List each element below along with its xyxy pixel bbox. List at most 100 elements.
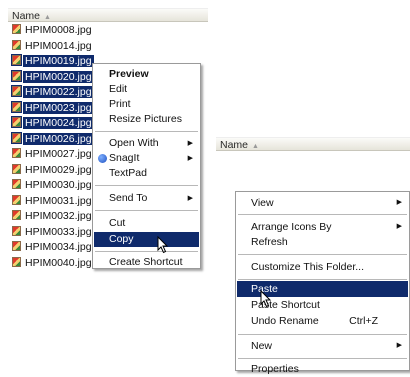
menu-separator — [95, 210, 198, 211]
submenu-arrow-icon: ▶ — [187, 155, 193, 162]
menu-item-label: Preview — [109, 68, 149, 80]
snagit-icon — [98, 154, 107, 163]
file-name: HPIM0029.jpg — [25, 163, 92, 176]
menu-item-label: New — [251, 340, 273, 352]
menu-item-undo-rename[interactable]: Undo Rename Ctrl+Z — [237, 313, 408, 329]
menu-item-label: SnagIt — [109, 152, 140, 164]
file-row[interactable]: HPIM0027.jpg — [12, 147, 94, 162]
sort-arrow-icon: ▲ — [252, 143, 259, 150]
menu-separator — [95, 251, 198, 252]
menu-item-open-with[interactable]: Open With ▶ — [94, 136, 199, 151]
submenu-arrow-icon: ▶ — [396, 223, 402, 230]
jpeg-file-icon — [11, 100, 22, 113]
menu-item-edit[interactable]: Edit — [94, 82, 199, 97]
jpeg-file-icon — [11, 69, 22, 82]
file-name: HPIM0024.jpg — [23, 117, 94, 129]
file-name: HPIM0022.jpg — [23, 86, 94, 98]
file-name: HPIM0033.jpg — [25, 225, 92, 238]
sort-arrow-icon: ▲ — [44, 14, 51, 21]
menu-item-create-shortcut[interactable]: Create Shortcut — [94, 255, 199, 270]
file-row[interactable]: HPIM0020.jpg — [11, 69, 94, 85]
jpeg-file-icon — [11, 131, 22, 144]
file-row[interactable]: HPIM0040.jpg — [12, 256, 94, 271]
menu-separator — [238, 334, 407, 335]
file-name: HPIM0020.jpg — [23, 70, 94, 83]
file-row[interactable]: HPIM0029.jpg — [12, 163, 94, 178]
jpeg-file-icon — [12, 24, 21, 34]
jpeg-file-icon — [12, 225, 21, 236]
file-row[interactable]: HPIM0024.jpg — [11, 116, 94, 131]
file-name: HPIM0008.jpg — [25, 24, 92, 36]
submenu-arrow-icon: ▶ — [187, 140, 193, 147]
menu-item-send-to[interactable]: Send To ▶ — [94, 191, 199, 206]
file-row[interactable]: HPIM0032.jpg — [12, 209, 94, 224]
menu-item-print[interactable]: Print — [94, 97, 199, 112]
menu-item-snagit[interactable]: SnagIt ▶ — [94, 151, 199, 166]
name-column-header-right[interactable]: Name ▲ — [216, 137, 410, 151]
mouse-cursor-icon — [260, 290, 272, 308]
file-name: HPIM0027.jpg — [25, 148, 92, 160]
menu-item-customize-folder[interactable]: Customize This Folder... — [237, 259, 408, 275]
name-column-header[interactable]: Name ▲ — [8, 8, 208, 22]
menu-separator — [95, 131, 198, 132]
file-name: HPIM0014.jpg — [25, 39, 92, 52]
file-context-menu: Preview Edit Print Resize Pictures Open … — [92, 63, 201, 269]
file-row[interactable]: HPIM0023.jpg — [11, 100, 94, 116]
menu-item-label: View — [251, 197, 274, 209]
menu-item-label: TextPad — [109, 167, 147, 179]
menu-item-view[interactable]: View ▶ — [237, 195, 408, 211]
jpeg-file-icon — [11, 85, 22, 97]
file-row[interactable]: HPIM0030.jpg — [12, 178, 94, 193]
file-name: HPIM0019.jpg — [23, 55, 94, 67]
menu-item-label: Refresh — [251, 236, 288, 248]
menu-separator — [238, 214, 407, 215]
menu-item-label: Copy — [109, 233, 134, 245]
file-row[interactable]: HPIM0033.jpg — [12, 225, 94, 240]
file-name: HPIM0032.jpg — [25, 210, 92, 222]
menu-item-label: Arrange Icons By — [251, 221, 332, 233]
menu-item-arrange-icons-by[interactable]: Arrange Icons By ▶ — [237, 219, 408, 235]
file-row[interactable]: HPIM0031.jpg — [12, 194, 94, 209]
submenu-arrow-icon: ▶ — [187, 195, 193, 202]
column-header-label: Name — [12, 10, 41, 22]
menu-item-resize-pictures[interactable]: Resize Pictures — [94, 112, 199, 127]
file-row[interactable]: HPIM0022.jpg — [11, 85, 94, 100]
menu-item-new[interactable]: New ▶ — [237, 338, 408, 354]
file-name: HPIM0031.jpg — [25, 194, 92, 207]
menu-item-refresh[interactable]: Refresh — [237, 234, 408, 250]
menu-separator — [238, 358, 407, 359]
menu-item-cut[interactable]: Cut — [94, 216, 199, 231]
file-row[interactable]: HPIM0014.jpg — [12, 39, 94, 54]
menu-item-textpad[interactable]: TextPad — [94, 166, 199, 181]
menu-separator — [95, 185, 198, 186]
menu-item-label: Open With — [109, 137, 159, 149]
jpeg-file-icon — [12, 179, 21, 189]
submenu-arrow-icon: ▶ — [396, 342, 402, 349]
menu-item-label: Customize This Folder... — [251, 261, 365, 273]
jpeg-file-icon — [11, 116, 22, 128]
file-name: HPIM0034.jpg — [25, 241, 92, 253]
jpeg-file-icon — [12, 210, 21, 220]
file-row[interactable]: HPIM0008.jpg — [12, 23, 94, 38]
jpeg-file-icon — [12, 241, 21, 251]
file-name: HPIM0030.jpg — [25, 179, 92, 191]
menu-item-label: Send To — [109, 192, 148, 204]
file-row[interactable]: HPIM0026.jpg — [11, 131, 94, 147]
jpeg-file-icon — [12, 163, 21, 174]
menu-item-preview[interactable]: Preview — [94, 67, 199, 82]
menu-item-properties[interactable]: Properties — [237, 361, 408, 377]
menu-item-copy[interactable]: Copy — [94, 232, 199, 247]
menu-item-label: Properties — [251, 363, 299, 375]
shortcut-label: Ctrl+Z — [349, 315, 378, 327]
jpeg-file-icon — [12, 256, 21, 267]
menu-item-label: Edit — [109, 83, 128, 95]
menu-separator — [238, 279, 407, 280]
file-row[interactable]: HPIM0034.jpg — [12, 240, 94, 255]
file-row[interactable]: HPIM0019.jpg — [11, 54, 94, 69]
file-name: HPIM0040.jpg — [25, 256, 92, 269]
file-name: HPIM0026.jpg — [23, 132, 94, 145]
column-header-label: Name — [220, 139, 249, 151]
file-name: HPIM0023.jpg — [23, 101, 94, 114]
jpeg-file-icon — [12, 148, 21, 158]
menu-item-label: Cut — [109, 217, 126, 229]
